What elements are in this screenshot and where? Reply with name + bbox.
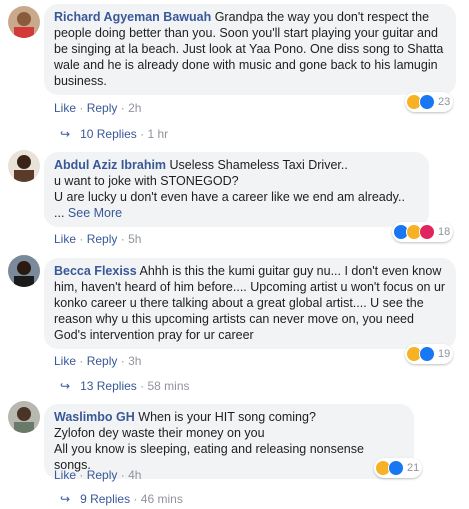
replies-count[interactable]: 13 Replies: [80, 379, 137, 393]
reactions-summary[interactable]: 21: [374, 458, 423, 478]
avatar[interactable]: [8, 255, 40, 287]
comment-time[interactable]: 4h: [128, 468, 141, 482]
reaction-count: 23: [438, 96, 451, 108]
reply-link[interactable]: Reply: [87, 232, 118, 246]
like-icon: [419, 346, 435, 362]
comment-text-line: Zylofon dey waste their money on you: [54, 426, 265, 440]
reactions-summary[interactable]: 23: [405, 92, 454, 112]
comment-author[interactable]: Abdul Aziz Ibrahim: [54, 158, 166, 172]
avatar[interactable]: [8, 401, 40, 433]
replies-count[interactable]: 9 Replies: [80, 492, 130, 506]
comment-time[interactable]: 5h: [128, 232, 141, 246]
reply-link[interactable]: Reply: [87, 101, 118, 115]
comment-actions: Like · Reply · 5h: [54, 232, 142, 246]
comment-text-line: When is your HIT song coming?: [138, 410, 316, 424]
comment-author[interactable]: Richard Agyeman Bawuah: [54, 10, 211, 24]
like-link[interactable]: Like: [54, 232, 76, 246]
like-link[interactable]: Like: [54, 468, 76, 482]
like-icon: [388, 460, 404, 476]
love-icon: [419, 224, 435, 240]
reply-arrow-icon: ↪: [60, 127, 71, 141]
reaction-count: 19: [438, 348, 451, 360]
reactions-summary[interactable]: 19: [405, 344, 454, 364]
comment-author[interactable]: Becca Flexiss: [54, 264, 137, 278]
comment-actions: Like · Reply · 2h: [54, 101, 142, 115]
comment-time[interactable]: 2h: [128, 101, 141, 115]
avatar[interactable]: [8, 150, 40, 182]
comment-bubble: Becca Flexiss Ahhh is this the kumi guit…: [44, 258, 456, 349]
comment-text-line: u want to joke with STONEGOD?: [54, 174, 239, 188]
replies-time: 58 mins: [147, 379, 190, 393]
avatar[interactable]: [8, 6, 40, 38]
reply-link[interactable]: Reply: [87, 468, 118, 482]
comment-actions: Like · Reply · 4h: [54, 468, 142, 482]
ellipsis: ...: [54, 206, 65, 220]
replies-count[interactable]: 10 Replies: [80, 127, 137, 141]
comment-bubble: Richard Agyeman Bawuah Grandpa the way y…: [44, 4, 456, 95]
see-more-link[interactable]: See More: [68, 206, 122, 220]
view-replies[interactable]: ↪ 10 Replies · 1 hr: [60, 127, 168, 141]
replies-time: 46 mins: [140, 492, 183, 506]
reactions-summary[interactable]: 18: [392, 222, 454, 242]
comment-author[interactable]: Waslimbo GH: [54, 410, 135, 424]
replies-time: 1 hr: [147, 127, 169, 141]
comment-text-line: Useless Shameless Taxi Driver..: [169, 158, 348, 172]
comment-bubble: Abdul Aziz Ibrahim Useless Shameless Tax…: [44, 152, 429, 227]
comment-actions: Like · Reply · 3h: [54, 354, 142, 368]
like-icon: [419, 94, 435, 110]
reaction-count: 18: [438, 226, 451, 238]
reply-arrow-icon: ↪: [60, 379, 71, 393]
view-replies[interactable]: ↪ 13 Replies · 58 mins: [60, 379, 190, 393]
like-link[interactable]: Like: [54, 354, 76, 368]
comment-time[interactable]: 3h: [128, 354, 141, 368]
comment-text-line: U are lucky u don't even have a career l…: [54, 190, 405, 204]
reply-link[interactable]: Reply: [87, 354, 118, 368]
reaction-count: 21: [407, 462, 420, 474]
like-link[interactable]: Like: [54, 101, 76, 115]
view-replies[interactable]: ↪ 9 Replies · 46 mins: [60, 492, 183, 506]
reply-arrow-icon: ↪: [60, 492, 71, 506]
